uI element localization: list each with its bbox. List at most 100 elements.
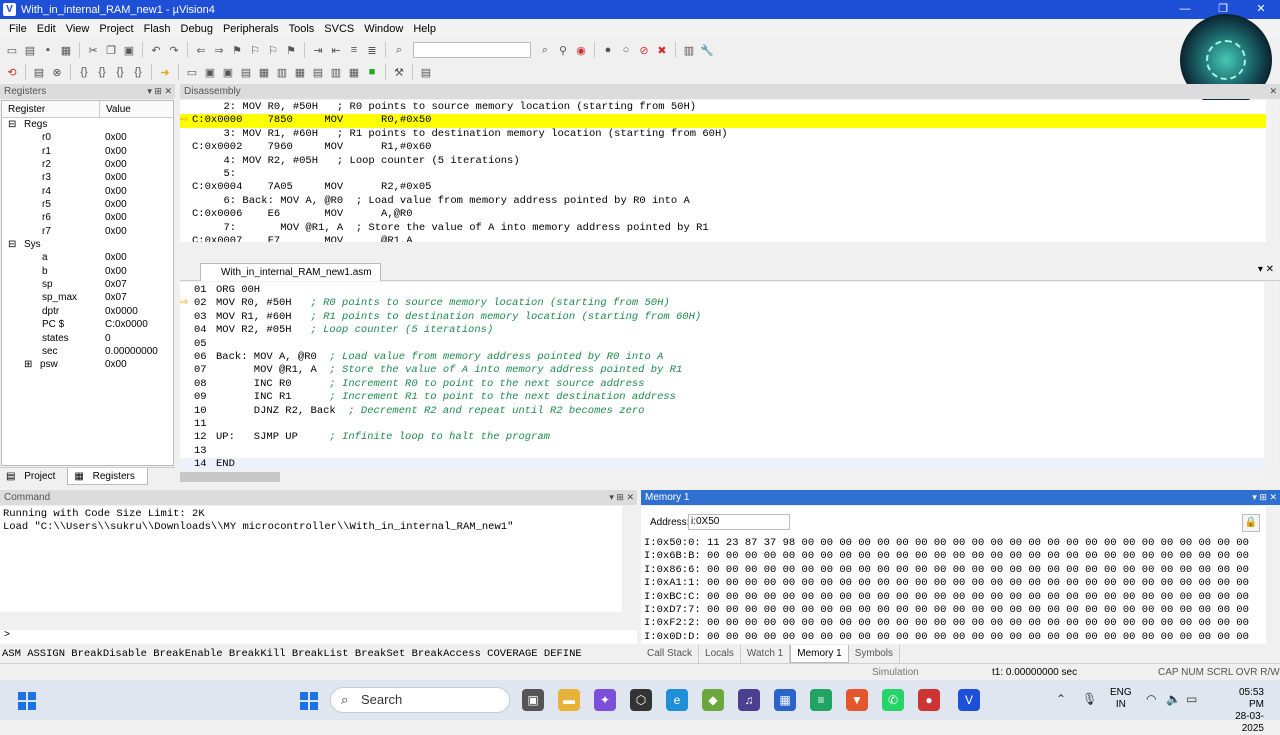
uvision-taskbar-icon[interactable]: V bbox=[958, 689, 980, 711]
source-line[interactable]: 05 bbox=[180, 338, 1264, 351]
source-line[interactable]: 04 MOV R2, #05H ; Loop counter (5 iterati… bbox=[180, 324, 1264, 337]
start-button-icon[interactable] bbox=[18, 692, 36, 710]
input-language[interactable]: ENG IN bbox=[1110, 687, 1132, 711]
memory-window-icon[interactable]: ▦ bbox=[292, 64, 308, 80]
enable-breakpoint-icon[interactable]: ○ bbox=[618, 42, 634, 58]
kill-breakpoints-icon[interactable]: ✖ bbox=[654, 42, 670, 58]
register-value[interactable]: 0x00 bbox=[105, 265, 127, 278]
register-value[interactable]: 0x0000 bbox=[105, 305, 138, 318]
watch-window-icon[interactable]: ▥ bbox=[274, 64, 290, 80]
settings-app-icon[interactable]: ⬡ bbox=[630, 689, 652, 711]
register-row[interactable]: sp_max 0x07 bbox=[2, 291, 173, 304]
register-value[interactable]: 0x07 bbox=[105, 291, 127, 304]
save-all-icon[interactable]: ▦ bbox=[58, 42, 74, 58]
tab-registers[interactable]: ▦ Registers bbox=[67, 468, 148, 485]
analysis-window-icon[interactable]: ▥ bbox=[328, 64, 344, 80]
register-row[interactable]: sp 0x07 bbox=[2, 278, 173, 291]
toolbox-icon[interactable]: ⚒ bbox=[391, 64, 407, 80]
insert-breakpoint-icon[interactable]: ● bbox=[600, 42, 616, 58]
call-stack-window-icon[interactable]: ▦ bbox=[256, 64, 272, 80]
disassembly-scrollbar[interactable] bbox=[1266, 100, 1278, 242]
new-file-icon[interactable]: ▭ bbox=[4, 42, 20, 58]
step-over-icon[interactable]: {} bbox=[94, 64, 110, 80]
register-row[interactable]: r2 0x00 bbox=[2, 158, 173, 171]
scroll-thumb[interactable] bbox=[180, 472, 280, 482]
menu-edit[interactable]: Edit bbox=[32, 23, 61, 35]
paste-icon[interactable]: ▣ bbox=[121, 42, 137, 58]
copy-icon[interactable]: ❐ bbox=[103, 42, 119, 58]
find-in-files-icon[interactable]: ⌕ bbox=[391, 42, 407, 58]
disable-breakpoints-icon[interactable]: ⊘ bbox=[636, 42, 652, 58]
bookmark-prev-icon[interactable]: ⚐ bbox=[247, 42, 263, 58]
register-row[interactable]: r0 0x00 bbox=[2, 131, 173, 144]
menu-svcs[interactable]: SVCS bbox=[319, 23, 359, 35]
register-row[interactable]: sec 0.00000000 bbox=[2, 345, 173, 358]
clock[interactable]: 05:53 PM 28-03-2025 bbox=[1222, 687, 1264, 735]
bookmark-icon[interactable]: ⚑ bbox=[229, 42, 245, 58]
source-line[interactable]: 11 bbox=[180, 418, 1264, 431]
register-row[interactable]: ⊟ Sys bbox=[2, 238, 173, 251]
indent-icon[interactable]: ⇥ bbox=[310, 42, 326, 58]
bookmark-clear-icon[interactable]: ⚑ bbox=[283, 42, 299, 58]
volume-icon[interactable]: 🔈 bbox=[1166, 692, 1181, 706]
save-icon[interactable]: ▪ bbox=[40, 42, 56, 58]
comment-icon[interactable]: ≡ bbox=[346, 42, 362, 58]
source-line[interactable]: 14 END bbox=[180, 458, 1264, 470]
debug-session-icon[interactable]: ◉ bbox=[573, 42, 589, 58]
memory-row[interactable]: I:0x50:0: 11 23 87 37 98 00 00 00 00 00 … bbox=[644, 537, 1249, 550]
register-value[interactable]: 0x00 bbox=[105, 145, 127, 158]
tab-call-stack[interactable]: Call Stack bbox=[641, 645, 700, 663]
memory-row[interactable]: I:0xBC:C: 00 00 00 00 00 00 00 00 00 00 … bbox=[644, 591, 1249, 604]
tab-symbols[interactable]: Symbols bbox=[849, 645, 901, 663]
panel-pin-close-icons[interactable]: ▾ ⊞ ✕ bbox=[1252, 490, 1277, 505]
command-window-icon[interactable]: ▭ bbox=[184, 64, 200, 80]
register-value[interactable]: 0x00 bbox=[105, 251, 127, 264]
disassembly-line[interactable]: C:0x0007 F7 MOV @R1,A bbox=[180, 235, 1266, 242]
register-row[interactable]: r5 0x00 bbox=[2, 198, 173, 211]
audio-app-icon[interactable]: ♫ bbox=[738, 689, 760, 711]
source-line[interactable]: 12 UP: SJMP UP ; Infinite loop to halt th… bbox=[180, 431, 1264, 444]
chrome-icon[interactable]: ● bbox=[918, 689, 940, 711]
register-row[interactable]: r3 0x00 bbox=[2, 171, 173, 184]
register-value[interactable]: 0x00 bbox=[105, 158, 127, 171]
excel-icon[interactable]: ≡ bbox=[810, 689, 832, 711]
register-row[interactable]: ⊞ psw 0x00 bbox=[2, 358, 173, 371]
menu-help[interactable]: Help bbox=[408, 23, 441, 35]
source-line[interactable]: 10 DJNZ R2, Back ; Decrement R2 and repe… bbox=[180, 405, 1264, 418]
uncomment-icon[interactable]: ≣ bbox=[364, 42, 380, 58]
register-row[interactable]: b 0x00 bbox=[2, 265, 173, 278]
whatsapp-icon[interactable]: ✆ bbox=[882, 689, 904, 711]
memory-row[interactable]: I:0xF2:2: 00 00 00 00 00 00 00 00 00 00 … bbox=[644, 617, 1249, 630]
source-editor[interactable]: 01 ORG 00H ⇨ 02 MOV R0, #50H ; R0 points to … bbox=[180, 282, 1264, 470]
disassembly-window-icon[interactable]: ▣ bbox=[202, 64, 218, 80]
disassembly-line[interactable]: C:0x0006 E6 MOV A,@R0 bbox=[180, 208, 1266, 221]
redo-icon[interactable]: ↷ bbox=[166, 42, 182, 58]
menu-debug[interactable]: Debug bbox=[176, 23, 218, 35]
serial-window-icon[interactable]: ▤ bbox=[310, 64, 326, 80]
menu-file[interactable]: File bbox=[4, 23, 32, 35]
command-input[interactable]: > bbox=[0, 630, 637, 644]
battery-icon[interactable]: ▭ bbox=[1186, 692, 1197, 706]
taskbar-search[interactable]: ⌕ Search bbox=[330, 687, 510, 713]
find-icon[interactable]: ⌕ bbox=[537, 42, 553, 58]
tab-project[interactable]: ▤ Project bbox=[0, 468, 67, 485]
register-value[interactable]: 0x00 bbox=[105, 171, 127, 184]
register-value[interactable]: C:0x0000 bbox=[105, 318, 148, 331]
memory-row[interactable]: I:0x6B:B: 00 00 00 00 00 00 00 00 00 00 … bbox=[644, 550, 1249, 563]
menu-flash[interactable]: Flash bbox=[139, 23, 176, 35]
cut-icon[interactable]: ✂ bbox=[85, 42, 101, 58]
lock-icon[interactable]: 🔒 bbox=[1242, 514, 1260, 532]
register-row[interactable]: ⊟ Regs bbox=[2, 118, 173, 131]
editor-tab-close-icon[interactable]: ▾ ✕ bbox=[1258, 264, 1274, 275]
menu-view[interactable]: View bbox=[61, 23, 95, 35]
address-input[interactable]: i:0X50 bbox=[688, 514, 790, 530]
nav-forward-icon[interactable]: ⇒ bbox=[211, 42, 227, 58]
nav-back-icon[interactable]: ⇐ bbox=[193, 42, 209, 58]
source-line[interactable]: 13 bbox=[180, 445, 1264, 458]
memory-row[interactable]: I:0x0D:D: 00 00 00 00 00 00 00 00 00 00 … bbox=[644, 631, 1249, 644]
wifi-icon[interactable]: ◠ bbox=[1146, 692, 1156, 706]
disassembly-line[interactable]: 4: MOV R2, #05H ; Loop counter (5 iterat… bbox=[180, 155, 1266, 168]
run-to-cursor-icon[interactable]: {} bbox=[130, 64, 146, 80]
configure-icon[interactable]: 🔧 bbox=[699, 42, 715, 58]
menu-tools[interactable]: Tools bbox=[284, 23, 320, 35]
